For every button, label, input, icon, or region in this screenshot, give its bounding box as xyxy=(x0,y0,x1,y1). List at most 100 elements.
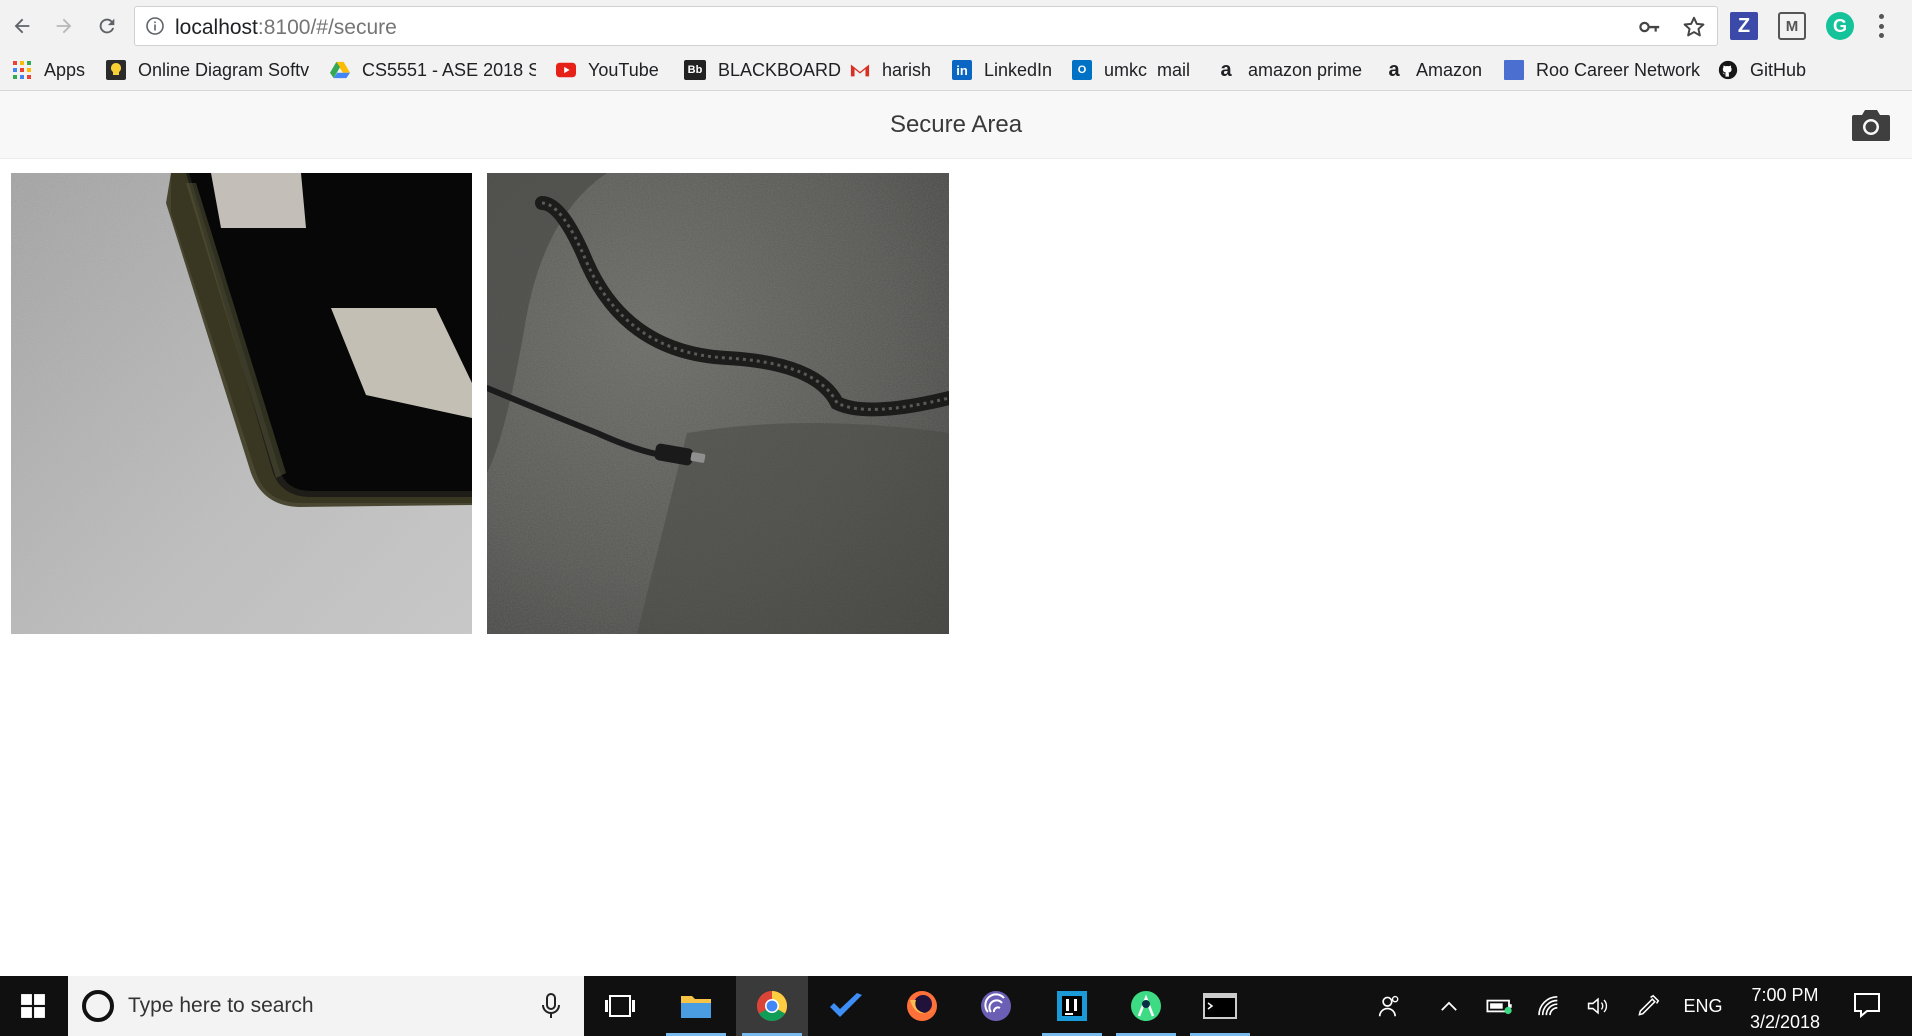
people-icon xyxy=(1378,995,1399,1017)
bookmark-amazon-prime[interactable]: a amazon prime xyxy=(1216,50,1362,90)
gmail-icon xyxy=(850,60,870,80)
forward-button[interactable] xyxy=(48,10,80,42)
bookmark-umkc-mail[interactable]: O umkc mail xyxy=(1072,50,1190,90)
bookmark-label: LinkedIn xyxy=(984,59,1053,80)
zotero-extension-icon[interactable]: Z xyxy=(1730,12,1758,40)
bookmark-label: Online Diagram Softv xyxy=(138,59,310,80)
battery-button[interactable] xyxy=(1482,976,1518,1036)
taskbar-android-studio[interactable] xyxy=(1110,976,1182,1036)
bookmark-label: umkc mail xyxy=(1104,59,1191,80)
chrome-icon xyxy=(756,991,788,1022)
bookmark-label: YouTube xyxy=(588,59,659,80)
bookmark-apps[interactable]: Apps xyxy=(12,50,85,90)
language-indicator[interactable]: ENG xyxy=(1676,976,1730,1036)
taskbar-chrome[interactable] xyxy=(736,976,808,1036)
bookmark-label: amazon prime xyxy=(1248,59,1363,80)
linkedin-icon: in xyxy=(952,60,972,80)
search-placeholder: Type here to search xyxy=(128,994,314,1017)
android-studio-icon xyxy=(1131,991,1161,1021)
wifi-icon xyxy=(1538,996,1558,1016)
bookmark-online-diagram[interactable]: Online Diagram Softv xyxy=(106,50,312,90)
windows-logo-icon xyxy=(21,994,45,1018)
bookmark-star-icon[interactable] xyxy=(1681,14,1707,40)
bookmark-amazon[interactable]: a Amazon xyxy=(1384,50,1482,90)
bookmark-youtube[interactable]: YouTube xyxy=(556,50,659,90)
volume-icon xyxy=(1587,997,1608,1015)
battery-icon xyxy=(1486,999,1512,1015)
url-path: :8100/#/secure xyxy=(257,16,397,39)
intellij-icon xyxy=(1057,991,1087,1021)
clock-time: 7:00 PM xyxy=(1751,985,1819,1005)
address-bar[interactable]: localhost:8100/#/secure xyxy=(134,6,1718,46)
bookmark-github[interactable]: GitHub xyxy=(1718,50,1806,90)
url-host: localhost xyxy=(175,16,258,39)
taskbar-terminal[interactable] xyxy=(1184,976,1256,1036)
people-button[interactable] xyxy=(1372,976,1408,1036)
reload-icon xyxy=(99,18,115,34)
chevron-up-icon xyxy=(1441,1001,1457,1011)
camera-icon xyxy=(1852,110,1890,141)
taskbar-todo[interactable] xyxy=(810,976,882,1036)
firefox-icon xyxy=(907,991,937,1021)
terminal-icon xyxy=(1203,993,1237,1019)
bookmark-label: Roo Career Network xyxy=(1536,59,1701,80)
lucidchart-icon xyxy=(106,60,126,80)
windows-taskbar: Type here to search ENG 7:00 PM 3/2/2018 xyxy=(0,976,1912,1036)
mendeley-extension-icon[interactable]: M xyxy=(1778,12,1806,40)
google-drive-icon xyxy=(330,60,350,80)
chrome-menu-icon[interactable] xyxy=(1876,14,1886,38)
camera-button[interactable] xyxy=(1850,107,1892,143)
phone-photo xyxy=(11,173,472,634)
bookmark-label: Amazon xyxy=(1416,59,1483,80)
roo-career-icon xyxy=(1504,60,1524,80)
gallery-photo-phone[interactable] xyxy=(11,173,472,634)
action-center-icon[interactable] xyxy=(1852,990,1882,1020)
task-view-icon xyxy=(605,995,635,1017)
github-icon xyxy=(1718,60,1738,80)
pen-workspace-button[interactable] xyxy=(1630,976,1666,1036)
bookmark-roo-career[interactable]: Roo Career Network xyxy=(1504,50,1700,90)
bookmark-label: harish xyxy=(882,59,932,80)
back-button[interactable] xyxy=(6,10,38,42)
start-button[interactable] xyxy=(0,976,66,1036)
pen-icon xyxy=(1638,994,1660,1016)
wifi-button[interactable] xyxy=(1532,976,1568,1036)
bookmark-linkedin[interactable]: in LinkedIn xyxy=(952,50,1052,90)
browser-toolbar: localhost:8100/#/secure Z M G xyxy=(0,0,1912,50)
page-title: Secure Area xyxy=(889,111,1023,138)
bookmark-label: GitHub xyxy=(1750,59,1807,80)
bag-cable-photo xyxy=(487,173,949,634)
bookmark-harish[interactable]: harish xyxy=(850,50,931,90)
bookmark-label: Apps xyxy=(44,59,86,80)
forward-arrow-icon xyxy=(56,18,72,34)
bookmark-cs5551[interactable]: CS5551 - ASE 2018 S xyxy=(330,50,536,90)
file-explorer-icon xyxy=(681,996,711,1018)
bookmark-blackboard[interactable]: Bb BLACKBOARD xyxy=(684,50,841,90)
outlook-icon: O xyxy=(1072,60,1092,80)
taskbar-file-explorer[interactable] xyxy=(660,976,732,1036)
taskbar-firefox[interactable] xyxy=(886,976,958,1036)
amazon-icon: a xyxy=(1220,58,1232,81)
bittorrent-icon xyxy=(981,991,1011,1021)
taskbar-search[interactable]: Type here to search xyxy=(68,976,584,1036)
language-text: ENG xyxy=(1683,995,1723,1016)
grammarly-extension-icon[interactable]: G xyxy=(1826,12,1854,40)
system-clock[interactable]: 7:00 PM 3/2/2018 xyxy=(1730,982,1840,1036)
back-arrow-icon xyxy=(14,18,30,34)
volume-button[interactable] xyxy=(1580,976,1616,1036)
bookmark-label: CS5551 - ASE 2018 S xyxy=(362,59,536,80)
info-icon[interactable] xyxy=(145,16,165,36)
gallery-photo-bag-cable[interactable] xyxy=(487,173,949,634)
task-view-button[interactable] xyxy=(584,976,656,1036)
amazon-icon: a xyxy=(1388,58,1400,81)
url-text[interactable]: localhost:8100/#/secure xyxy=(175,16,397,40)
show-hidden-icons-button[interactable] xyxy=(1434,976,1464,1036)
taskbar-intellij[interactable] xyxy=(1036,976,1108,1036)
microphone-icon[interactable] xyxy=(540,992,562,1020)
todo-icon xyxy=(830,993,862,1017)
key-icon[interactable] xyxy=(1639,17,1661,37)
taskbar-bittorrent[interactable] xyxy=(960,976,1032,1036)
blackboard-icon: Bb xyxy=(684,60,706,80)
bookmark-label: BLACKBOARD xyxy=(718,59,842,80)
reload-button[interactable] xyxy=(91,10,123,42)
